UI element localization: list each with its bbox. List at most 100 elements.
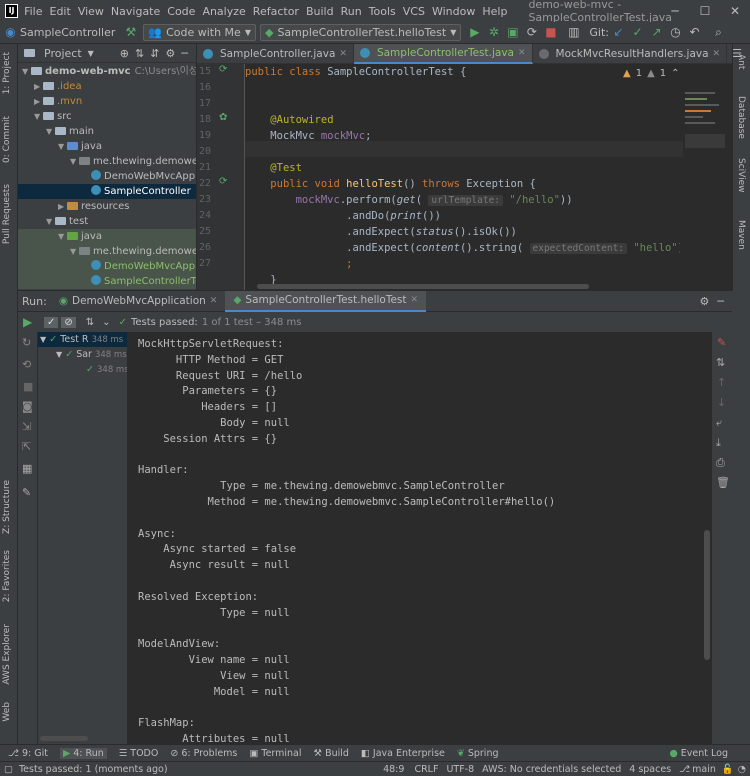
line-separator[interactable]: CRLF: [414, 764, 438, 775]
menu-tools[interactable]: Tools: [369, 5, 396, 18]
code-with-me-button[interactable]: 👥 Code with Me ▼: [143, 24, 256, 41]
git-commit-icon[interactable]: ✓: [629, 24, 646, 41]
menu-file[interactable]: File: [24, 5, 42, 18]
soft-wrap-icon[interactable]: ⤶: [716, 416, 722, 430]
menu-window[interactable]: Window: [432, 5, 475, 18]
project-tree-item[interactable]: ▼ src: [18, 109, 196, 124]
project-tree-item[interactable]: ▼ me.thewing.demowebmvc: [18, 244, 196, 259]
tab-list-icon[interactable]: ☰: [727, 44, 747, 63]
status-message[interactable]: Tests passed: 1 (moments ago): [19, 764, 168, 775]
menu-run[interactable]: Run: [341, 5, 362, 18]
menu-edit[interactable]: Edit: [50, 5, 71, 18]
project-tree-item[interactable]: ▼ java: [18, 229, 196, 244]
coverage-icon[interactable]: ▣: [504, 24, 521, 41]
side-tab-web[interactable]: Web: [2, 702, 12, 722]
trash-icon[interactable]: 🗑: [716, 476, 730, 489]
menu-vcs[interactable]: VCS: [403, 5, 425, 18]
close-icon[interactable]: ✕: [210, 291, 218, 312]
chevron-down-icon[interactable]: ▼: [22, 64, 31, 79]
bottom-tab-problems[interactable]: ⊘ 6: Problems: [170, 748, 237, 759]
show-passed-icon[interactable]: ✓: [44, 316, 59, 328]
menu-view[interactable]: View: [78, 5, 104, 18]
close-icon[interactable]: ✕: [720, 0, 750, 22]
project-tree-item[interactable]: ▶ .mvn: [18, 94, 196, 109]
collapse-icon[interactable]: ⇅: [135, 47, 144, 60]
sort-icon[interactable]: ⇅: [86, 317, 94, 328]
project-tree-item[interactable]: ▶ resources: [18, 199, 196, 214]
side-tab-aws-explorer[interactable]: AWS Explorer: [2, 624, 12, 685]
pin-icon[interactable]: ✎: [22, 486, 31, 499]
chevron-down-icon[interactable]: ▼: [70, 244, 79, 259]
project-tree-item[interactable]: DemoWebMvcApplication: [18, 169, 196, 184]
close-icon[interactable]: ✕: [713, 44, 721, 64]
caret-position[interactable]: 48:9: [383, 764, 404, 775]
chevron-right-icon[interactable]: ▶: [58, 199, 67, 214]
hide-icon[interactable]: ─: [717, 295, 724, 308]
git-update-icon[interactable]: ↙: [610, 24, 627, 41]
history-icon[interactable]: ◷: [667, 24, 684, 41]
side-tab-project[interactable]: 1: Project: [2, 52, 12, 94]
side-tab-structure[interactable]: Z: Structure: [2, 480, 12, 534]
debug-icon[interactable]: ✲: [485, 24, 502, 41]
tab-samplecontroller[interactable]: SampleController.java ✕: [197, 44, 354, 64]
menu-build[interactable]: Build: [306, 5, 334, 18]
side-tab-maven[interactable]: Maven: [736, 220, 746, 250]
toggle-auto-test-icon[interactable]: ⟲: [22, 358, 31, 371]
bottom-tab-terminal[interactable]: ▣ Terminal: [249, 748, 301, 759]
gear-icon[interactable]: ⚙: [165, 47, 175, 60]
project-tree-item[interactable]: ▼ main: [18, 124, 196, 139]
minimize-icon[interactable]: ─: [660, 0, 690, 22]
bean-gutter-icon[interactable]: ✿: [219, 112, 227, 123]
test-method-row[interactable]: ✓ 348 ms: [38, 362, 127, 377]
console-output[interactable]: MockHttpServletRequest: HTTP Method = GE…: [128, 332, 712, 744]
chevron-right-icon[interactable]: ▶: [34, 79, 43, 94]
run-tab-helloTest[interactable]: ◆ SampleControllerTest.helloTest ✕: [225, 290, 427, 312]
hide-icon[interactable]: ─: [181, 47, 188, 60]
chevron-down-icon[interactable]: ▼: [88, 49, 94, 58]
menu-help[interactable]: Help: [482, 5, 507, 18]
minimap[interactable]: ▲ 1 ▲ 1 ⌃: [623, 64, 732, 290]
export-icon[interactable]: ⇲: [22, 420, 31, 433]
close-icon[interactable]: ✕: [518, 43, 526, 63]
inspection-widget[interactable]: ▲ 1 ▲ 1 ⌃: [623, 68, 680, 79]
bottom-tab-todo[interactable]: ☰ TODO: [119, 748, 159, 759]
camera-icon[interactable]: ◙: [22, 400, 33, 413]
notification-icon[interactable]: ◔: [738, 764, 746, 775]
side-tab-pull-requests[interactable]: Pull Requests: [2, 184, 12, 244]
side-tab-database[interactable]: Database: [736, 96, 746, 139]
close-icon[interactable]: ✕: [411, 290, 419, 311]
lock-icon[interactable]: 🔓: [722, 764, 734, 775]
code-area[interactable]: public class SampleControllerTest { @Aut…: [245, 64, 680, 290]
run-config-select[interactable]: ◆ SampleControllerTest.helloTest ▼: [259, 24, 462, 41]
locate-icon[interactable]: ⊕: [120, 47, 129, 60]
bottom-tab-build[interactable]: ⚒ Build: [314, 748, 349, 759]
chevron-right-icon[interactable]: ▶: [34, 94, 43, 109]
stop-icon[interactable]: ■: [542, 24, 559, 41]
test-root-row[interactable]: ▼ ✓ Test R 348 ms: [38, 332, 127, 347]
menu-refactor[interactable]: Refactor: [253, 5, 299, 18]
chevron-down-icon[interactable]: ▼: [34, 109, 43, 124]
expand-icon[interactable]: ⌄: [102, 317, 110, 328]
project-tree-item[interactable]: ▶ .idea: [18, 79, 196, 94]
test-class-row[interactable]: ▼ ✓ Sar 348 ms: [38, 347, 127, 362]
console-vscroll[interactable]: [704, 530, 710, 660]
hammer-icon[interactable]: ⚒: [122, 24, 139, 41]
run-icon[interactable]: ▶: [466, 24, 483, 41]
aws-credentials[interactable]: AWS: No credentials selected: [482, 764, 621, 775]
bottom-tab-run[interactable]: ▶ 4: Run: [59, 747, 107, 759]
expand-icon[interactable]: ⇵: [150, 47, 159, 60]
editor-hscroll[interactable]: [257, 284, 589, 289]
rollback-icon[interactable]: ↶: [686, 24, 703, 41]
status-window-icon[interactable]: ▢: [4, 764, 13, 775]
menu-analyze[interactable]: Analyze: [202, 5, 245, 18]
chevron-up-icon[interactable]: ⌃: [671, 68, 679, 79]
chevron-down-icon[interactable]: ▼: [46, 124, 55, 139]
tree-hscroll[interactable]: [40, 736, 88, 741]
stop-icon[interactable]: ■: [23, 380, 33, 393]
file-encoding[interactable]: UTF-8: [446, 764, 474, 775]
bottom-tab-spring[interactable]: ❦ Spring: [457, 748, 499, 759]
tab-mockmvcresulthandlers[interactable]: MockMvcResultHandlers.java ✕: [533, 44, 728, 64]
chevron-down-icon[interactable]: ▼: [58, 229, 67, 244]
project-tree-item[interactable]: SampleController: [18, 184, 196, 199]
event-log[interactable]: ● Event Log: [670, 748, 729, 759]
